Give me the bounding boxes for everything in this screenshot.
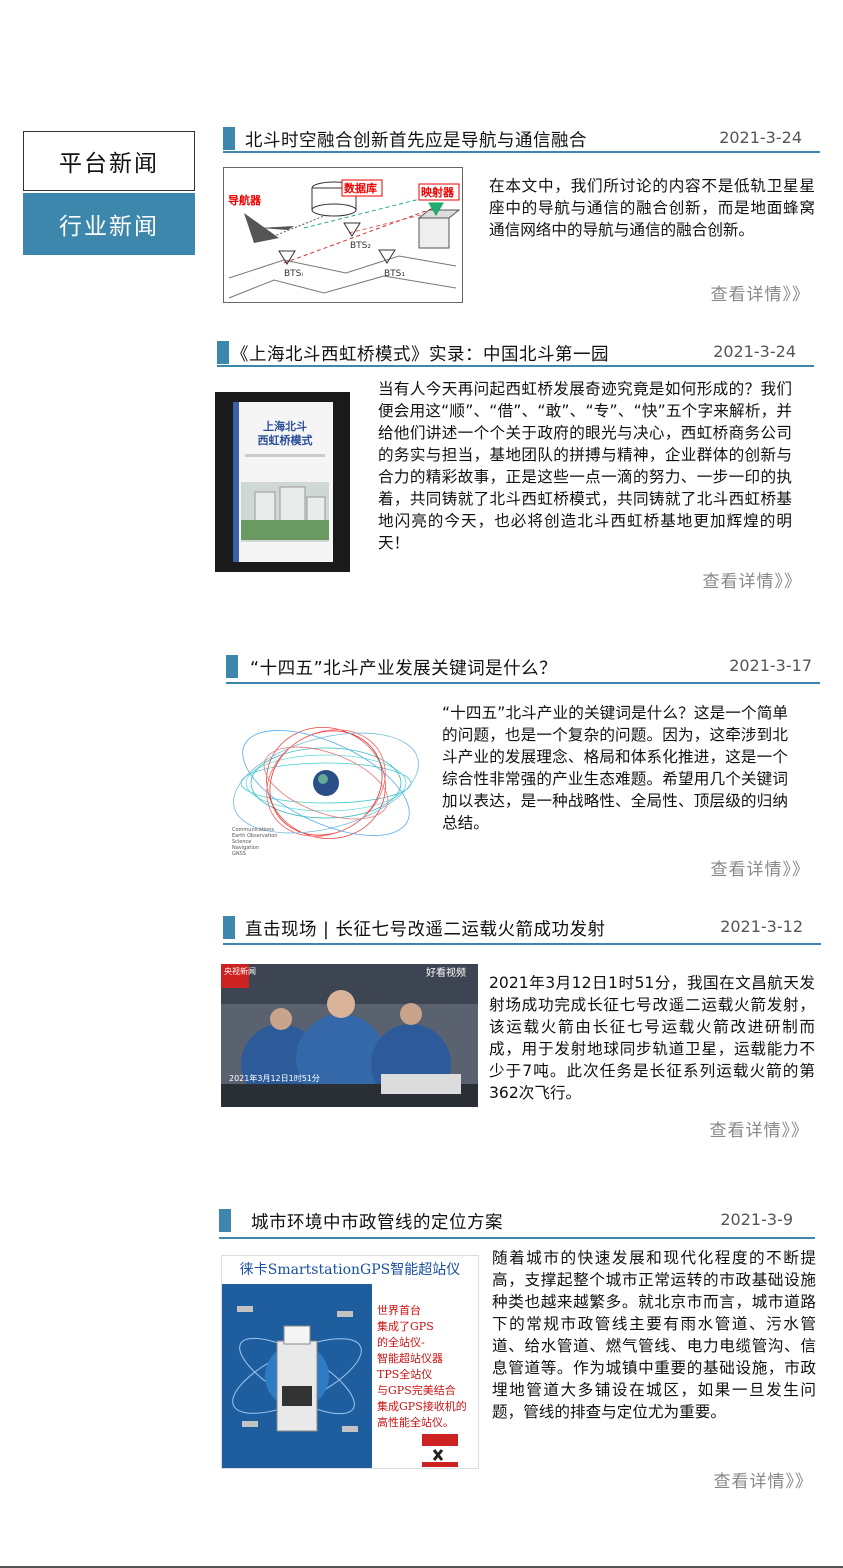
title-accent-bar	[223, 127, 235, 150]
read-more-link[interactable]: 查看详情》》	[711, 280, 811, 305]
news-thumbnail[interactable]: 上海北斗 西虹桥模式	[215, 392, 350, 572]
cctv-news-badge: 央视新闻	[224, 966, 256, 976]
read-more-link[interactable]: 查看详情》》	[711, 855, 811, 880]
news-title[interactable]: 城市环境中市政管线的定位方案	[251, 1209, 503, 1234]
news-date: 2021-3-17	[729, 656, 812, 675]
legend-item: GNSS	[232, 851, 246, 857]
news-header: 直击现场 | 长征七号改遥二运载火箭成功发射 2021-3-12	[223, 916, 821, 945]
news-summary: 2021年3月12日1时51分，我国在文昌航天发射场成功完成长征七号改遥二运载火…	[489, 974, 815, 1102]
header-divider	[217, 365, 814, 367]
mapper-label: 映射器	[421, 185, 455, 199]
ad-line: 世界首台	[377, 1303, 421, 1317]
ad-line: 高性能全站仪。	[377, 1415, 454, 1429]
tab-platform-news[interactable]: 平台新闻	[23, 131, 195, 191]
news-summary: 随着城市的快速发展和现代化程度的不断提高，支撑起整个城市正常运转的市政基础设施种…	[492, 1249, 816, 1421]
leica-smartstation-ad: 徕卡SmartstationGPS智能超站仪 世界首台 集成了GPS 的全站仪-…	[222, 1256, 478, 1468]
bts1-label: BTS₁	[384, 269, 405, 279]
news-title[interactable]: 《上海北斗西虹桥模式》实录：中国北斗第一园	[231, 341, 609, 366]
database-label: 数据库	[344, 181, 377, 195]
ad-line: 集成了GPS	[377, 1319, 434, 1333]
news-date: 2021-3-9	[720, 1210, 793, 1229]
header-divider	[219, 1237, 815, 1239]
news-summary: 当有人今天再问起西虹桥发展奇迹究竟是如何形成的？我们便会用这“顺”、“借”、“敢…	[378, 380, 792, 552]
network-diagram-image: 导航器 数据库 映射器 BTS₂ BTS₁ BTSᵢ	[226, 179, 461, 299]
news-date: 2021-3-24	[719, 128, 802, 147]
ad-line: 与GPS完美结合	[377, 1383, 456, 1397]
news-title[interactable]: 北斗时空融合创新首先应是导航与通信融合	[245, 127, 587, 152]
title-accent-bar	[219, 1209, 231, 1232]
news-header: “十四五”北斗产业发展关键词是什么？ 2021-3-17	[226, 655, 820, 684]
news-date: 2021-3-24	[713, 342, 796, 361]
news-item-3: “十四五”北斗产业发展关键词是什么？ 2021-3-17 Communicati…	[226, 655, 820, 885]
navigator-label: 导航器	[228, 193, 262, 207]
title-accent-bar	[217, 341, 229, 364]
book-title-line1: 上海北斗	[263, 419, 307, 433]
btsi-label: BTSᵢ	[284, 269, 303, 279]
news-thumbnail[interactable]: 央视新闻 好看视频 2021年3月12日1时51分	[221, 964, 478, 1107]
satellite-orbits-image: Communications Earth Observation Science…	[232, 726, 419, 857]
news-thumbnail[interactable]: Communications Earth Observation Science…	[226, 713, 431, 858]
news-title[interactable]: “十四五”北斗产业发展关键词是什么？	[250, 655, 557, 680]
header-divider	[223, 151, 820, 153]
ad-line: 集成GPS接收机的	[377, 1399, 467, 1413]
read-more-link[interactable]: 查看详情》》	[710, 1116, 810, 1141]
news-thumbnail[interactable]: 导航器 数据库 映射器 BTS₂ BTS₁ BTSᵢ	[223, 167, 463, 303]
ad-line: 的全站仪-	[377, 1335, 425, 1349]
read-more-link[interactable]: 查看详情》》	[703, 567, 803, 592]
ad-line: TPS全站仪	[377, 1367, 432, 1381]
title-accent-bar	[226, 655, 238, 678]
title-accent-bar	[223, 916, 235, 939]
tab-industry-news[interactable]: 行业新闻	[23, 193, 195, 255]
news-item-1: 北斗时空融合创新首先应是导航与通信融合 2021-3-24 导航器 数据库 映射…	[223, 127, 820, 307]
photo-timestamp: 2021年3月12日1时51分	[229, 1073, 320, 1083]
news-title[interactable]: 直击现场 | 长征七号改遥二运载火箭成功发射	[245, 916, 606, 941]
launch-control-photo: 央视新闻 好看视频 2021年3月12日1时51分	[221, 964, 478, 1107]
news-summary: “十四五”北斗产业的关键词是什么？这是一个简单的问题，也是一个复杂的问题。因为，…	[442, 704, 788, 832]
news-thumbnail[interactable]: 徕卡SmartstationGPS智能超站仪 世界首台 集成了GPS 的全站仪-…	[221, 1255, 479, 1469]
ad-heading: 徕卡SmartstationGPS智能超站仪	[240, 1262, 460, 1278]
news-item-2: 《上海北斗西虹桥模式》实录：中国北斗第一园 2021-3-24 上海北斗 西虹桥…	[215, 341, 814, 596]
news-item-5: 城市环境中市政管线的定位方案 2021-3-9 徕卡SmartstationGP…	[219, 1209, 816, 1499]
book-cover-image: 上海北斗 西虹桥模式	[215, 392, 350, 572]
news-header: 北斗时空融合创新首先应是导航与通信融合 2021-3-24	[223, 127, 820, 155]
header-divider	[226, 682, 820, 684]
video-watermark: 好看视频	[426, 966, 466, 979]
read-more-link[interactable]: 查看详情》》	[714, 1467, 814, 1492]
ad-line: 智能超站仪器	[377, 1351, 443, 1365]
news-header: 城市环境中市政管线的定位方案 2021-3-9	[219, 1209, 815, 1239]
news-item-4: 直击现场 | 长征七号改遥二运载火箭成功发射 2021-3-12 央视新闻 好看…	[221, 916, 821, 1146]
news-summary: 在本文中，我们所讨论的内容不是低轨卫星星座中的导航与通信的融合创新，而是地面蜂窝…	[489, 177, 815, 239]
bts2-label: BTS₂	[350, 241, 371, 251]
news-date: 2021-3-12	[720, 917, 803, 936]
book-title-line2: 西虹桥模式	[258, 433, 313, 447]
news-header: 《上海北斗西虹桥模式》实录：中国北斗第一园 2021-3-24	[217, 341, 814, 369]
header-divider	[223, 943, 821, 945]
